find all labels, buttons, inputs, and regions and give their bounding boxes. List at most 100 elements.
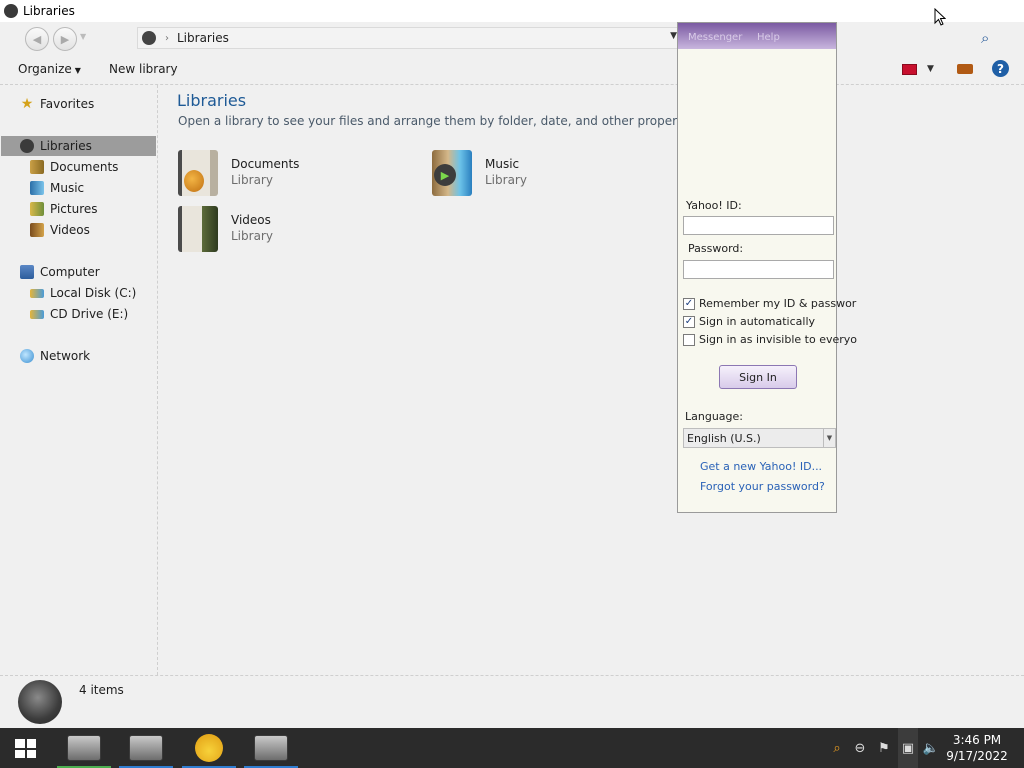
library-kind: Library [231,229,273,243]
remember-id-label: Remember my ID & passwor [699,297,857,310]
music-icon [30,181,44,195]
sidebar-item-label: Pictures [50,202,98,216]
breadcrumb-separator-icon[interactable]: › [165,33,169,44]
video-app-icon [254,735,288,761]
password-label: Password: [688,242,744,255]
breadcrumb-libraries[interactable]: Libraries [177,31,229,45]
library-kind: Library [231,173,273,187]
sidebar-item-computer[interactable]: Computer [20,262,100,282]
change-view-icon[interactable] [902,64,917,75]
pictures-icon [30,202,44,216]
window-title: Libraries [23,4,75,18]
sidebar-item-label: Videos [50,223,90,237]
libraries-icon [20,139,34,153]
system-clock[interactable]: 3:46 PM 9/17/2022 [944,732,1010,764]
video-app-icon [129,735,163,761]
language-value: English (U.S.) [687,431,761,445]
back-button[interactable]: ◀ [25,27,49,51]
clock-time: 3:46 PM [952,733,1002,747]
view-options-chevron-icon[interactable]: ▼ [927,64,934,74]
checkbox-checked-icon: ✓ [683,315,695,328]
sidebar-item-network[interactable]: Network [20,346,90,366]
start-button[interactable] [15,739,36,758]
sidebar-item-cd-drive[interactable]: CD Drive (E:) [30,304,128,324]
sidebar-item-videos[interactable]: Videos [30,220,90,240]
network-tray-icon[interactable]: ▣ [898,728,918,768]
action-center-flag-icon[interactable]: ⚑ [875,728,893,768]
checkbox-unchecked-icon [683,333,695,346]
library-tile-documents[interactable]: Documents Library [178,150,378,198]
sign-in-automatically-label: Sign in automatically [699,315,816,328]
yahoo-messenger-icon [195,734,223,762]
yahoo-id-field[interactable] [683,216,834,235]
windows-logo-icon [15,749,25,758]
search-icon[interactable]: ⌕ [981,29,989,47]
yahoo-messenger-window: Messenger Help Yahoo! ID: Password: ✓ Re… [677,22,857,513]
command-bar: Organize ▼ New library [0,56,1024,84]
forward-button[interactable]: ▶ [53,27,77,51]
sign-in-button[interactable]: Sign In [719,365,797,389]
messenger-tray-icon[interactable]: ⊖ [851,728,869,768]
organize-button[interactable]: Organize ▼ [18,62,81,76]
menu-help[interactable]: Help [757,32,780,43]
back-arrow-icon: ◀ [32,32,42,46]
checkbox-checked-icon: ✓ [683,297,695,310]
chevron-down-icon: ▼ [823,429,835,447]
volume-icon[interactable]: 🔈 [922,728,940,768]
navigation-bar: ◀ ▶ ▼ › Libraries ▼ ⌕ [0,22,1024,54]
sidebar-item-label: Local Disk (C:) [50,286,137,300]
sidebar-item-label: Network [40,349,91,363]
remember-id-checkbox[interactable]: ✓ Remember my ID & passwor [683,297,856,310]
library-tile-music[interactable]: Music Library [432,150,632,198]
pane-divider[interactable] [157,85,158,675]
title-bar: Libraries [0,0,1024,22]
navigation-pane: ★ Favorites Libraries Documents Music Pi… [0,85,157,675]
menu-messenger[interactable]: Messenger [688,32,742,43]
documents-icon [30,160,44,174]
recent-pages-dropdown[interactable]: ▼ [80,32,86,41]
forgot-password-link[interactable]: Forgot your password? [700,480,825,493]
library-kind: Library [485,173,527,187]
preview-pane-icon[interactable] [957,64,973,74]
sign-in-invisible-checkbox[interactable]: Sign in as invisible to everyo [683,333,857,346]
item-count: 4 items [79,683,124,697]
music-library-icon [432,150,472,196]
status-bar [0,675,1024,728]
sidebar-item-label: Music [50,181,85,195]
clock-date: 9/17/2022 [946,749,1008,763]
sidebar-item-label: Favorites [40,97,95,111]
sidebar-item-label: Documents [50,160,119,174]
windows-logo-icon [26,749,36,758]
sidebar-item-music[interactable]: Music [30,178,84,198]
library-name: Videos [231,213,271,227]
taskbar-app-video-2[interactable] [117,728,175,768]
sidebar-item-local-disk[interactable]: Local Disk (C:) [30,283,136,303]
library-name: Documents [231,157,300,171]
new-library-button[interactable]: New library [109,62,178,76]
yahoo-id-label: Yahoo! ID: [686,199,742,212]
library-tile-videos[interactable]: Videos Library [178,206,378,254]
sign-in-automatically-checkbox[interactable]: ✓ Sign in automatically [683,315,815,328]
videos-library-icon [178,206,218,252]
search-tray-icon[interactable]: ⌕ [828,728,846,768]
taskbar-app-yahoo-messenger[interactable] [180,728,238,768]
taskbar-app-video-3[interactable] [242,728,300,768]
get-new-yahoo-id-link[interactable]: Get a new Yahoo! ID... [700,460,822,473]
taskbar-app-video-1[interactable] [55,728,113,768]
sidebar-item-libraries[interactable]: Libraries [1,136,156,156]
language-select[interactable]: English (U.S.) ▼ [683,428,836,448]
libraries-status-icon [18,680,62,724]
password-field[interactable] [683,260,834,279]
sidebar-item-label: Computer [40,265,100,279]
sidebar-item-documents[interactable]: Documents [30,157,118,177]
address-dropdown-icon[interactable]: ▼ [670,31,677,41]
forward-arrow-icon: ▶ [60,32,70,46]
help-icon[interactable]: ? [992,60,1009,77]
windows-logo-icon [26,739,36,748]
sidebar-item-favorites[interactable]: ★ Favorites [20,94,95,114]
address-bar[interactable]: › Libraries ▼ [137,27,682,49]
page-title: Libraries [177,91,247,110]
sidebar-item-pictures[interactable]: Pictures [30,199,98,219]
language-label: Language: [685,410,743,423]
computer-icon [20,265,34,279]
